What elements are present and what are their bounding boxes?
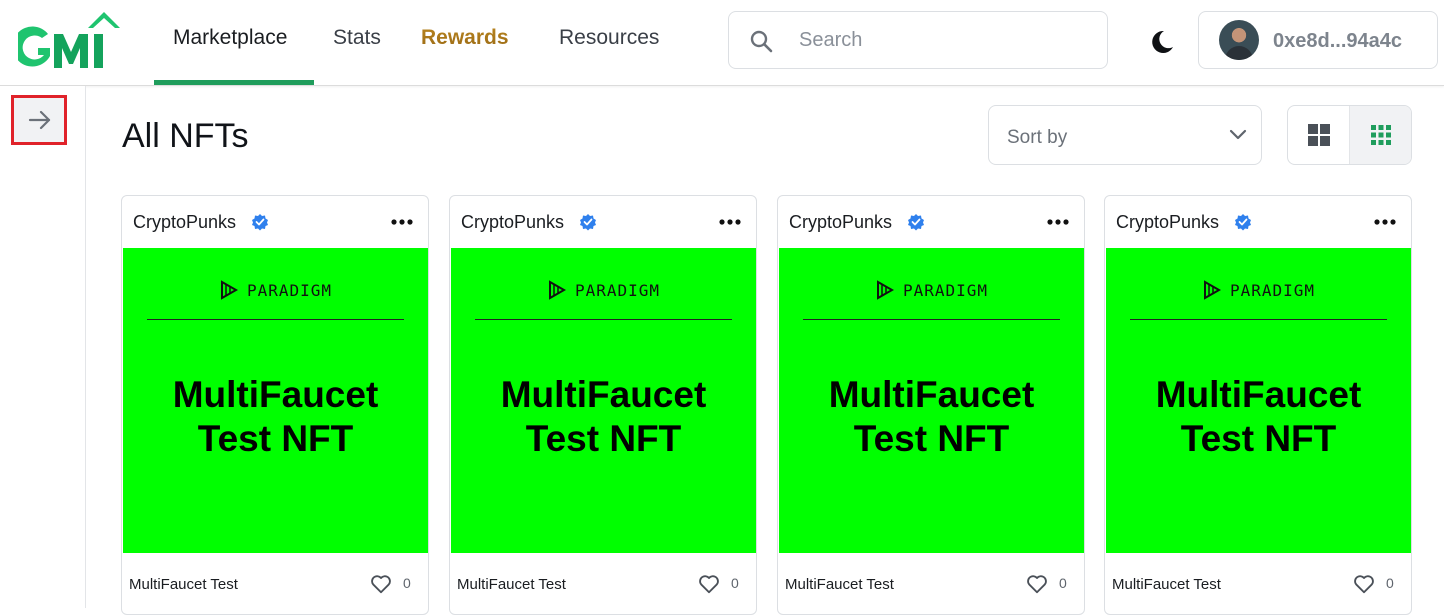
more-icon[interactable] [718, 213, 742, 231]
nft-image-title: MultiFaucet Test NFT [451, 373, 756, 461]
more-icon[interactable] [390, 213, 414, 231]
nft-image-title-line2: Test NFT [853, 418, 1010, 459]
heart-icon[interactable] [698, 573, 720, 595]
like-count: 0 [403, 575, 411, 591]
search-box[interactable] [728, 11, 1108, 69]
nav-marketplace[interactable]: Marketplace [173, 26, 287, 50]
nft-name[interactable]: MultiFaucet Test [1112, 576, 1221, 593]
page-title: All NFTs [122, 117, 249, 155]
verified-icon [580, 214, 596, 231]
nft-image-title: MultiFaucet Test NFT [779, 373, 1084, 461]
paradigm-logo [876, 280, 894, 300]
heart-icon[interactable] [370, 573, 392, 595]
expand-sidebar-button[interactable] [11, 95, 67, 145]
nft-name[interactable]: MultiFaucet Test [129, 576, 238, 593]
view-switch [1287, 105, 1412, 165]
paradigm-logo [548, 280, 566, 300]
nft-image-title-line1: MultiFaucet [828, 374, 1035, 415]
nft-image-title-line1: MultiFaucet [500, 374, 707, 415]
arrow-right-icon [28, 110, 51, 130]
chevron-down-icon [1229, 129, 1247, 140]
paradigm-brand: PARADIGM [779, 280, 1084, 300]
nft-name[interactable]: MultiFaucet Test [457, 576, 566, 593]
nft-image-title-line1: MultiFaucet [1155, 374, 1362, 415]
like-count: 0 [1386, 575, 1394, 591]
verified-icon [908, 214, 924, 231]
nft-card[interactable]: CryptoPunks PARADIGM MultiFaucet Test NF… [777, 195, 1085, 615]
grid-small-icon [1371, 125, 1391, 145]
nft-image-title: MultiFaucet Test NFT [123, 373, 428, 461]
top-header: Marketplace Stats Rewards Resources 0xe8… [0, 0, 1444, 86]
image-divider [1130, 319, 1387, 320]
collection-name[interactable]: CryptoPunks [789, 212, 892, 233]
nft-card[interactable]: CryptoPunks PARADIGM MultiFaucet Test NF… [1104, 195, 1412, 615]
paradigm-brand: PARADIGM [451, 280, 756, 300]
nft-image-title: MultiFaucet Test NFT [1106, 373, 1411, 461]
verified-icon [252, 214, 268, 231]
sort-dropdown[interactable]: Sort by [988, 105, 1262, 165]
sidebar [0, 86, 86, 608]
nav-stats[interactable]: Stats [333, 26, 381, 50]
nft-image-title-line1: MultiFaucet [172, 374, 379, 415]
paradigm-text: PARADIGM [246, 281, 333, 300]
paradigm-text: PARADIGM [574, 281, 661, 300]
heart-icon[interactable] [1353, 573, 1375, 595]
collection-name[interactable]: CryptoPunks [133, 212, 236, 233]
heart-icon[interactable] [1026, 573, 1048, 595]
search-icon [750, 30, 773, 53]
paradigm-logo [220, 280, 238, 300]
paradigm-text: PARADIGM [902, 281, 989, 300]
nft-image-title-line2: Test NFT [525, 418, 682, 459]
nft-image[interactable]: PARADIGM MultiFaucet Test NFT [451, 248, 756, 553]
grid-large-icon [1308, 124, 1330, 146]
gmi-logo[interactable] [18, 10, 128, 72]
nav-resources[interactable]: Resources [559, 26, 659, 50]
nft-image[interactable]: PARADIGM MultiFaucet Test NFT [1106, 248, 1411, 553]
small-grid-view-button[interactable] [1350, 106, 1411, 164]
like-count: 0 [731, 575, 739, 591]
account-button[interactable]: 0xe8d...94a4c [1198, 11, 1438, 69]
nav-rewards[interactable]: Rewards [421, 26, 509, 50]
large-grid-view-button[interactable] [1288, 106, 1350, 164]
collection-name[interactable]: CryptoPunks [461, 212, 564, 233]
avatar [1219, 20, 1259, 60]
nft-image[interactable]: PARADIGM MultiFaucet Test NFT [123, 248, 428, 553]
nft-card[interactable]: CryptoPunks PARADIGM MultiFaucet Test NF… [121, 195, 429, 615]
more-icon[interactable] [1373, 213, 1397, 231]
paradigm-brand: PARADIGM [123, 280, 428, 300]
collection-name[interactable]: CryptoPunks [1116, 212, 1219, 233]
like-count: 0 [1059, 575, 1067, 591]
nft-card[interactable]: CryptoPunks PARADIGM MultiFaucet Test NF… [449, 195, 757, 615]
nft-image[interactable]: PARADIGM MultiFaucet Test NFT [779, 248, 1084, 553]
wallet-address: 0xe8d...94a4c [1273, 30, 1402, 52]
active-tab-indicator [154, 80, 314, 85]
search-input[interactable] [799, 25, 1089, 55]
paradigm-logo [1203, 280, 1221, 300]
image-divider [803, 319, 1060, 320]
image-divider [475, 319, 732, 320]
nft-image-title-line2: Test NFT [1180, 418, 1337, 459]
paradigm-brand: PARADIGM [1106, 280, 1411, 300]
moon-icon[interactable] [1148, 28, 1176, 56]
image-divider [147, 319, 404, 320]
verified-icon [1235, 214, 1251, 231]
sort-label: Sort by [1007, 127, 1068, 148]
nft-name[interactable]: MultiFaucet Test [785, 576, 894, 593]
more-icon[interactable] [1046, 213, 1070, 231]
paradigm-text: PARADIGM [1229, 281, 1316, 300]
nft-image-title-line2: Test NFT [197, 418, 354, 459]
